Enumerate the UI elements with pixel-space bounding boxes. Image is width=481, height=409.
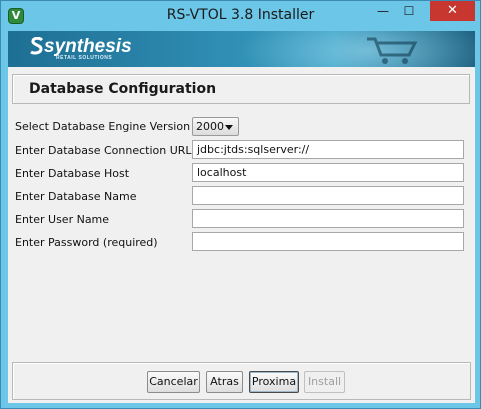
logo-tagline: RETAIL SOLUTIONS xyxy=(56,55,113,61)
close-icon[interactable]: ✕ xyxy=(430,1,475,21)
connection-url-field[interactable]: jdbc:jtds:sqlserver:// xyxy=(192,140,464,159)
header-banner: synthesis RETAIL SOLUTIONS xyxy=(8,31,475,67)
synthesis-logo-mark-icon xyxy=(30,37,44,55)
engine-version-select[interactable]: 2000 xyxy=(192,117,239,136)
engine-version-value: 2000 xyxy=(196,120,224,133)
db-host-field[interactable]: localhost xyxy=(192,163,464,182)
maximize-icon[interactable]: ☐ xyxy=(396,2,422,21)
db-host-label: Enter Database Host xyxy=(15,167,130,180)
logo-text: synthesis xyxy=(44,36,132,57)
installer-content: synthesis RETAIL SOLUTIONS Database Conf… xyxy=(8,31,475,403)
connection-url-label: Enter Database Connection URL xyxy=(15,144,192,157)
shopping-cart-icon xyxy=(367,37,418,64)
back-button[interactable]: Atras xyxy=(206,371,243,393)
password-label: Enter Password (required) xyxy=(15,236,158,249)
install-button[interactable]: Install xyxy=(304,371,345,393)
cancel-button[interactable]: Cancelar xyxy=(147,371,200,393)
installer-window: V RS-VTOL 3.8 Installer — ☐ ✕ synthesis … xyxy=(0,0,481,409)
engine-version-label: Select Database Engine Version xyxy=(15,120,191,133)
section-header: Database Configuration xyxy=(12,74,470,104)
title-bar[interactable]: V RS-VTOL 3.8 Installer — ☐ ✕ xyxy=(1,1,480,31)
user-name-label: Enter User Name xyxy=(15,213,110,226)
chevron-down-icon xyxy=(225,125,233,130)
db-name-field[interactable] xyxy=(192,186,464,205)
section-title: Database Configuration xyxy=(29,81,217,97)
db-name-label: Enter Database Name xyxy=(15,190,137,203)
banner-glow xyxy=(238,31,475,67)
password-field[interactable] xyxy=(192,232,464,251)
next-button[interactable]: Proxima xyxy=(249,371,299,393)
user-name-field[interactable] xyxy=(192,209,464,228)
minimize-icon[interactable]: — xyxy=(370,2,396,21)
